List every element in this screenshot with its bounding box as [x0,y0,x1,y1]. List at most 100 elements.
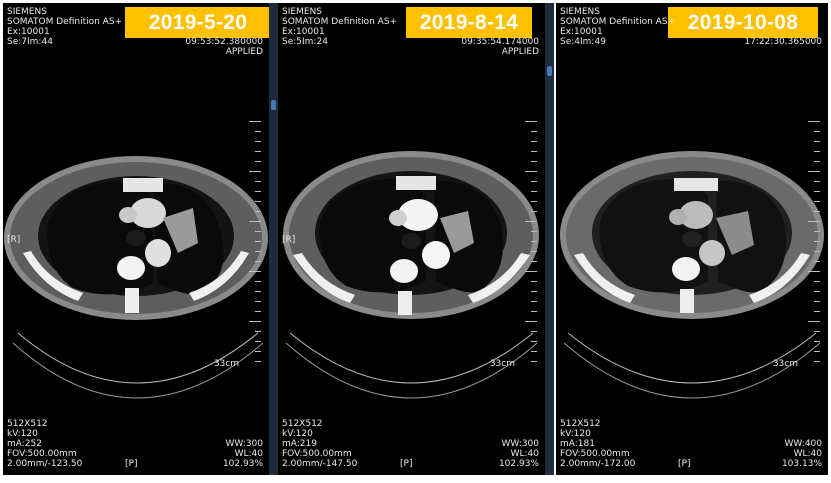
panel-scrollbar-1[interactable] [269,3,278,475]
ruler-tick [808,121,820,122]
ruler-tick [808,271,820,272]
ruler-tick [255,141,261,142]
ruler-tick [525,121,537,122]
ruler-tick [808,321,820,322]
acquisition-time: 09:35:54.174000 APPLIED [461,37,539,57]
ruler-tick [531,161,537,162]
ruler-tick [255,361,261,362]
ruler-tick [255,291,261,292]
ruler-tick [814,131,820,132]
ruler-tick [531,131,537,132]
ruler-tick [255,341,261,342]
ruler-tick [531,281,537,282]
ruler-tick [531,211,537,212]
ruler-tick [531,151,537,152]
ruler-tick [814,151,820,152]
ruler-tick [525,221,537,222]
ruler-tick [814,301,820,302]
ruler-tick [814,361,820,362]
scanner-info: SIEMENS SOMATOM Definition AS+ Ex:10001 Se:… [282,7,398,47]
ruler-tick [814,291,820,292]
ruler-tick [249,221,261,222]
scrollbar-thumb[interactable] [271,100,276,110]
ruler-tick [531,351,537,352]
scale-label: 33cm [213,359,239,369]
scale-label: 33cm [772,359,798,369]
exam-date-badge: 2019-8-14 [406,7,532,38]
ruler-tick [814,351,820,352]
ruler-tick [531,301,537,302]
window-level-info: WW:300 WL:40 102.93% [222,439,263,469]
orientation-marker-right: [R] [7,235,21,245]
ruler-tick [255,181,261,182]
exam-date-badge: 2019-5-20 [125,7,269,38]
panel-scrollbar-2[interactable] [545,3,554,475]
ruler-tick [531,241,537,242]
acquisition-time: 09:53:52.380000 APPLIED [185,37,263,57]
ct-panel-1[interactable]: 2019-5-20 SIEMENS SOMATOM Definition AS+ E… [3,3,269,475]
ruler-tick [531,341,537,342]
ruler-tick [531,361,537,362]
ruler-tick [814,191,820,192]
scrollbar-thumb[interactable] [547,66,552,76]
ruler-tick [249,171,261,172]
ruler-tick [531,261,537,262]
ruler-tick [531,141,537,142]
ruler-tick [531,311,537,312]
ruler-tick [531,231,537,232]
ruler-tick [814,281,820,282]
acquisition-time: 17:22:30.365000 [744,37,822,47]
ruler-tick [808,171,820,172]
ruler-tick [531,331,537,332]
scale-ruler [249,121,261,362]
ruler-tick [814,331,820,332]
ruler-tick [525,271,537,272]
ruler-tick [531,251,537,252]
ct-axial-slice-image [283,151,539,399]
ruler-tick [255,331,261,332]
ruler-tick [249,271,261,272]
ct-panel-2[interactable]: 2019-8-14 SIEMENS SOMATOM Definition AS+ E… [278,3,545,475]
ruler-tick [255,301,261,302]
ct-axial-slice-image [4,156,268,399]
ruler-tick [814,141,820,142]
ruler-tick [255,151,261,152]
ruler-tick [814,261,820,262]
ruler-tick [814,231,820,232]
ruler-tick [531,291,537,292]
window-level-info: WW:400 WL:40 103.13% [781,439,822,469]
ruler-tick [814,241,820,242]
ruler-tick [814,251,820,252]
acquisition-params: 512X512 kV:120 mA:219 FOV:500.00mm 2.00mm/-1… [282,419,358,469]
ruler-tick [808,221,820,222]
ruler-tick [255,281,261,282]
scale-label: 33cm [489,359,515,369]
ruler-tick [255,251,261,252]
ruler-tick [531,191,537,192]
acquisition-params: 512X512 kV:120 mA:181 FOV:500.00mm 2.00mm/-1… [560,419,636,469]
ruler-tick [525,321,537,322]
ct-panel-3[interactable]: 2019-10-08 SIEMENS SOMATOM Definition AS+… [556,3,828,475]
ruler-tick [255,161,261,162]
ruler-tick [255,261,261,262]
orientation-marker-posterior: [P] [678,459,691,469]
scanner-info: SIEMENS SOMATOM Definition AS+ Ex:10001 Se:… [560,7,676,47]
orientation-marker-posterior: [P] [400,459,413,469]
ruler-tick [814,181,820,182]
ct-axial-slice-image [560,151,824,399]
ruler-tick [255,311,261,312]
acquisition-params: 512X512 kV:120 mA:252 FOV:500.00mm 2.00mm/-1… [7,419,83,469]
ruler-tick [255,201,261,202]
ruler-tick [255,211,261,212]
ruler-tick [255,351,261,352]
ruler-tick [814,161,820,162]
scale-ruler [525,121,537,362]
ruler-tick [249,121,261,122]
ruler-tick [814,211,820,212]
ruler-tick [814,311,820,312]
ruler-tick [814,341,820,342]
orientation-marker-right: [R] [282,235,296,245]
ruler-tick [255,131,261,132]
orientation-marker-posterior: [P] [125,459,138,469]
exam-date-badge: 2019-10-08 [668,7,818,38]
